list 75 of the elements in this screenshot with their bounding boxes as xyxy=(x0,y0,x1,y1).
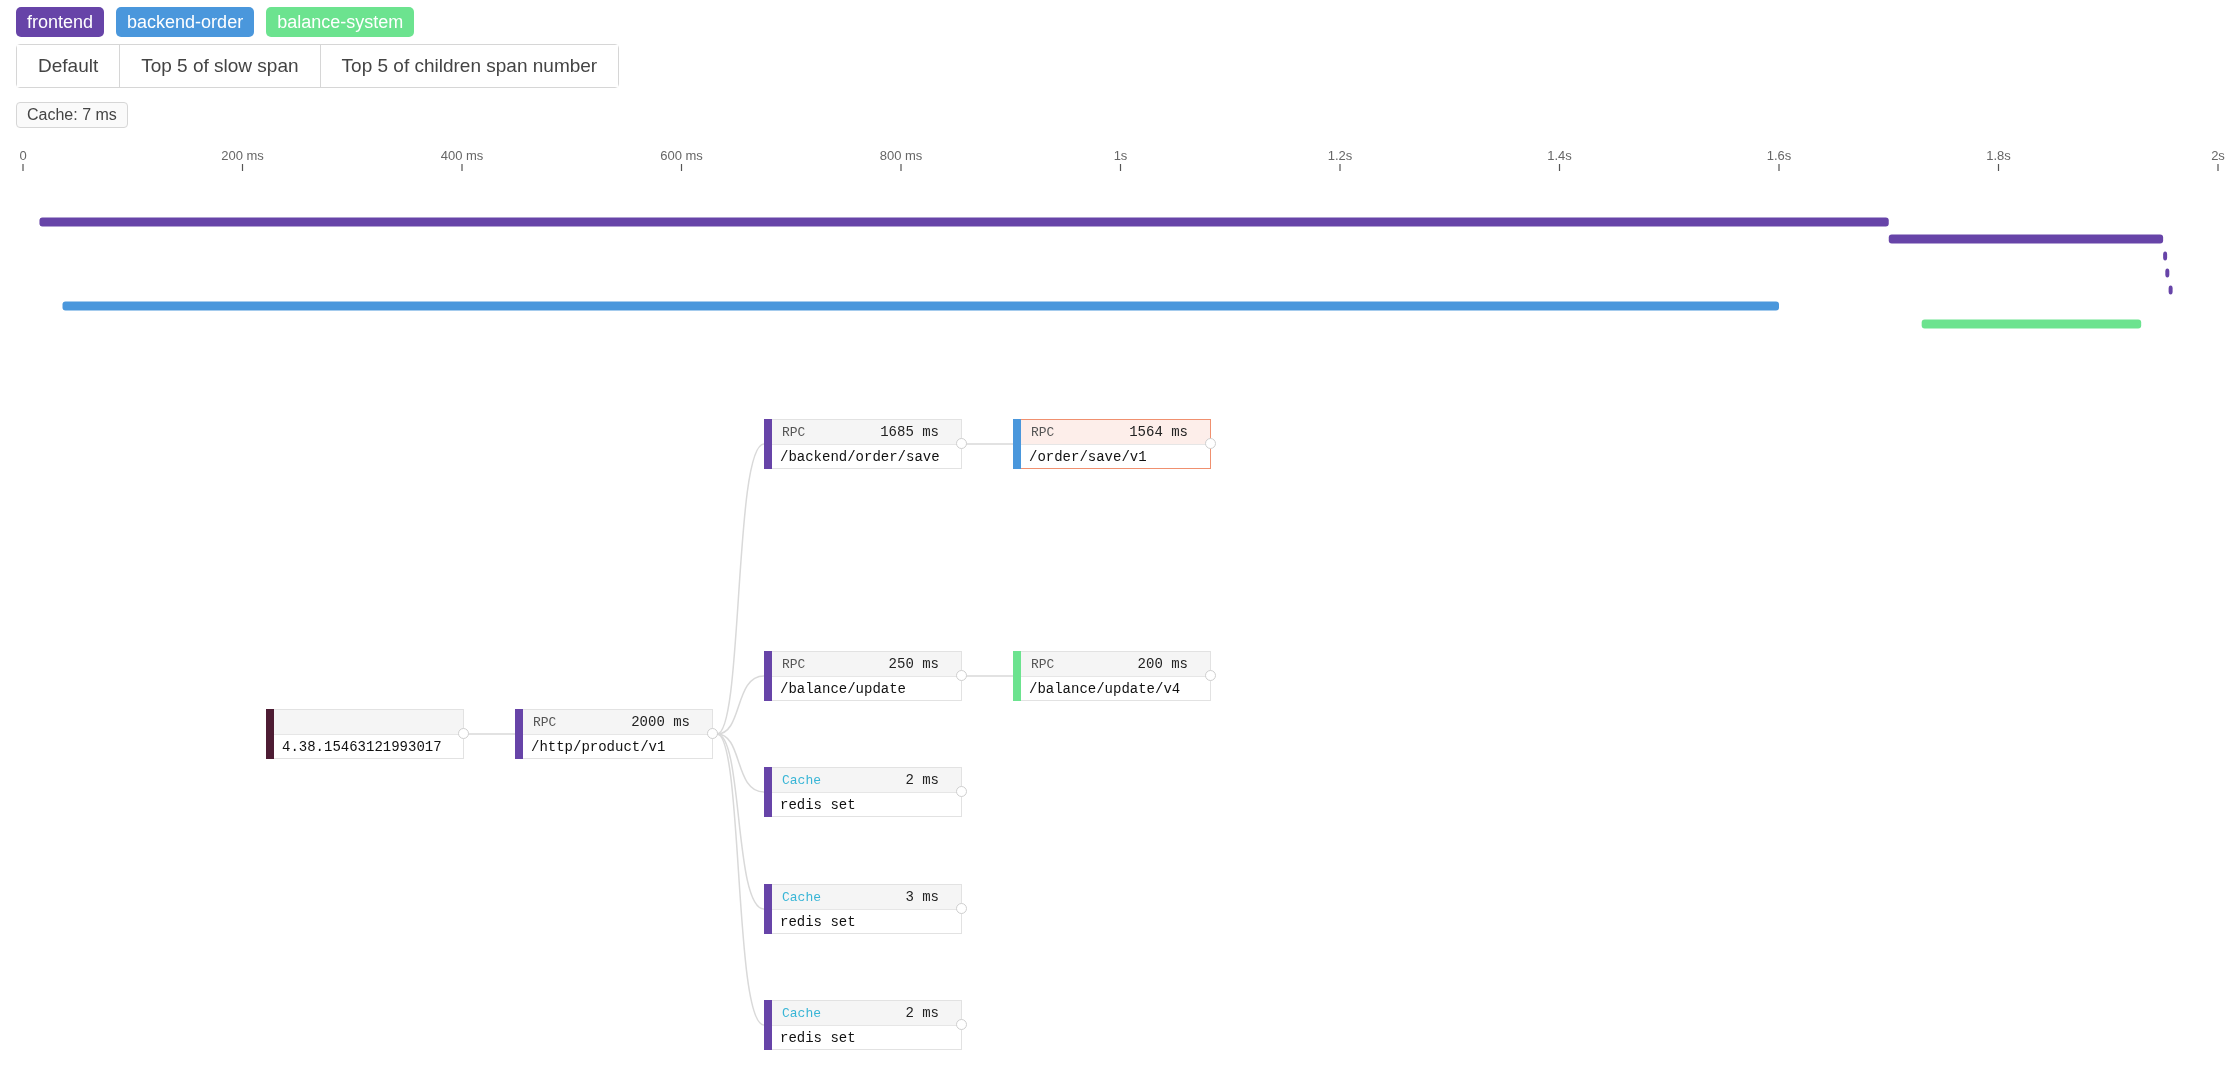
axis-label: 1.2s xyxy=(1327,148,1353,163)
tick-mark xyxy=(1119,163,1122,172)
span-node[interactable]: RPC 200 ms /balance/update/v4 xyxy=(1013,651,1211,701)
connector-handle[interactable] xyxy=(956,1019,967,1030)
span-type: Cache xyxy=(782,889,821,905)
span-duration: 1685 ms xyxy=(880,424,939,440)
span-node[interactable]: RPC 1564 ms /order/save/v1 xyxy=(1013,419,1211,469)
view-tab[interactable]: Default xyxy=(17,45,121,87)
span-endpoint: redis set xyxy=(780,796,856,813)
tick-mark xyxy=(22,163,24,172)
span-duration: 2 ms xyxy=(905,772,939,788)
service-tag: backend-order xyxy=(116,7,255,37)
axis-label: 2s xyxy=(2211,148,2225,163)
axis-label: 0 xyxy=(19,148,27,163)
span-bar[interactable] xyxy=(1888,234,2164,244)
span-duration: 3 ms xyxy=(905,889,939,905)
tick-mark xyxy=(1778,163,1780,172)
axis-label: 600 ms xyxy=(660,148,703,163)
connector-handle[interactable] xyxy=(956,903,967,914)
span-duration: 250 ms xyxy=(888,656,939,672)
span-duration: 200 ms xyxy=(1137,656,1188,672)
span-endpoint: /order/save/v1 xyxy=(1029,448,1147,465)
axis-label: 800 ms xyxy=(879,148,923,163)
span-node[interactable]: Cache 2 ms redis set xyxy=(764,767,962,817)
span-endpoint: redis set xyxy=(780,1029,856,1046)
span-endpoint: /balance/update xyxy=(780,680,907,697)
axis-label: 1.8s xyxy=(1986,148,2011,163)
span-node[interactable]: 4.38.15463121993017 xyxy=(266,709,464,759)
summary-tag: Cache: 7 ms xyxy=(16,102,128,128)
tick-mark xyxy=(241,163,244,172)
span-duration: 1564 ms xyxy=(1129,424,1188,440)
axis-label: 1s xyxy=(1113,148,1128,163)
span-node[interactable]: RPC 250 ms /balance/update xyxy=(764,651,962,701)
span-node[interactable]: Cache 3 ms redis set xyxy=(764,884,962,934)
span-node[interactable]: RPC 2000 ms /http/product/v1 xyxy=(515,709,713,759)
service-tag: frontend xyxy=(16,7,105,37)
span-duration: 2 ms xyxy=(905,1005,939,1021)
connector-handle[interactable] xyxy=(956,786,967,797)
span-endpoint: /http/product/v1 xyxy=(531,738,666,755)
span-type: RPC xyxy=(782,424,806,440)
axis-label: 400 ms xyxy=(440,148,484,163)
tick-mark xyxy=(900,163,902,172)
span-node[interactable]: RPC 1685 ms /backend/order/save xyxy=(764,419,962,469)
span-bar[interactable] xyxy=(2168,285,2173,295)
connector-handle[interactable] xyxy=(956,438,967,449)
span-type: Cache xyxy=(782,772,821,788)
connector-handle[interactable] xyxy=(956,670,967,681)
span-endpoint: /backend/order/save xyxy=(780,448,940,465)
span-bar[interactable] xyxy=(2165,268,2170,278)
tick-mark xyxy=(2217,163,2219,172)
tick-mark xyxy=(680,163,683,172)
span-endpoint: /balance/update/v4 xyxy=(1029,680,1181,697)
connector-handle[interactable] xyxy=(458,728,469,739)
span-type: RPC xyxy=(1031,656,1055,672)
axis-label: 200 ms xyxy=(221,148,264,163)
span-endpoint: redis set xyxy=(780,913,856,930)
tick-mark xyxy=(1558,163,1561,172)
connector-handle[interactable] xyxy=(1205,438,1216,449)
tick-mark xyxy=(1339,163,1341,172)
span-type: Cache xyxy=(782,1005,821,1021)
tick-mark xyxy=(1997,163,2000,172)
tick-mark xyxy=(461,163,463,172)
span-type: RPC xyxy=(1031,424,1055,440)
axis-label: 1.6s xyxy=(1766,148,1792,163)
span-bar[interactable] xyxy=(39,217,1889,227)
span-bar[interactable] xyxy=(2163,251,2168,261)
span-endpoint: 4.38.15463121993017 xyxy=(282,738,442,755)
axis-label: 1.4s xyxy=(1547,148,1572,163)
span-duration: 2000 ms xyxy=(631,714,690,730)
connector-handle[interactable] xyxy=(1205,670,1216,681)
span-node[interactable]: Cache 2 ms redis set xyxy=(764,1000,962,1050)
span-type: RPC xyxy=(533,714,557,730)
span-type: RPC xyxy=(782,656,806,672)
service-tag: balance-system xyxy=(266,7,415,37)
connector-handle[interactable] xyxy=(707,728,718,739)
